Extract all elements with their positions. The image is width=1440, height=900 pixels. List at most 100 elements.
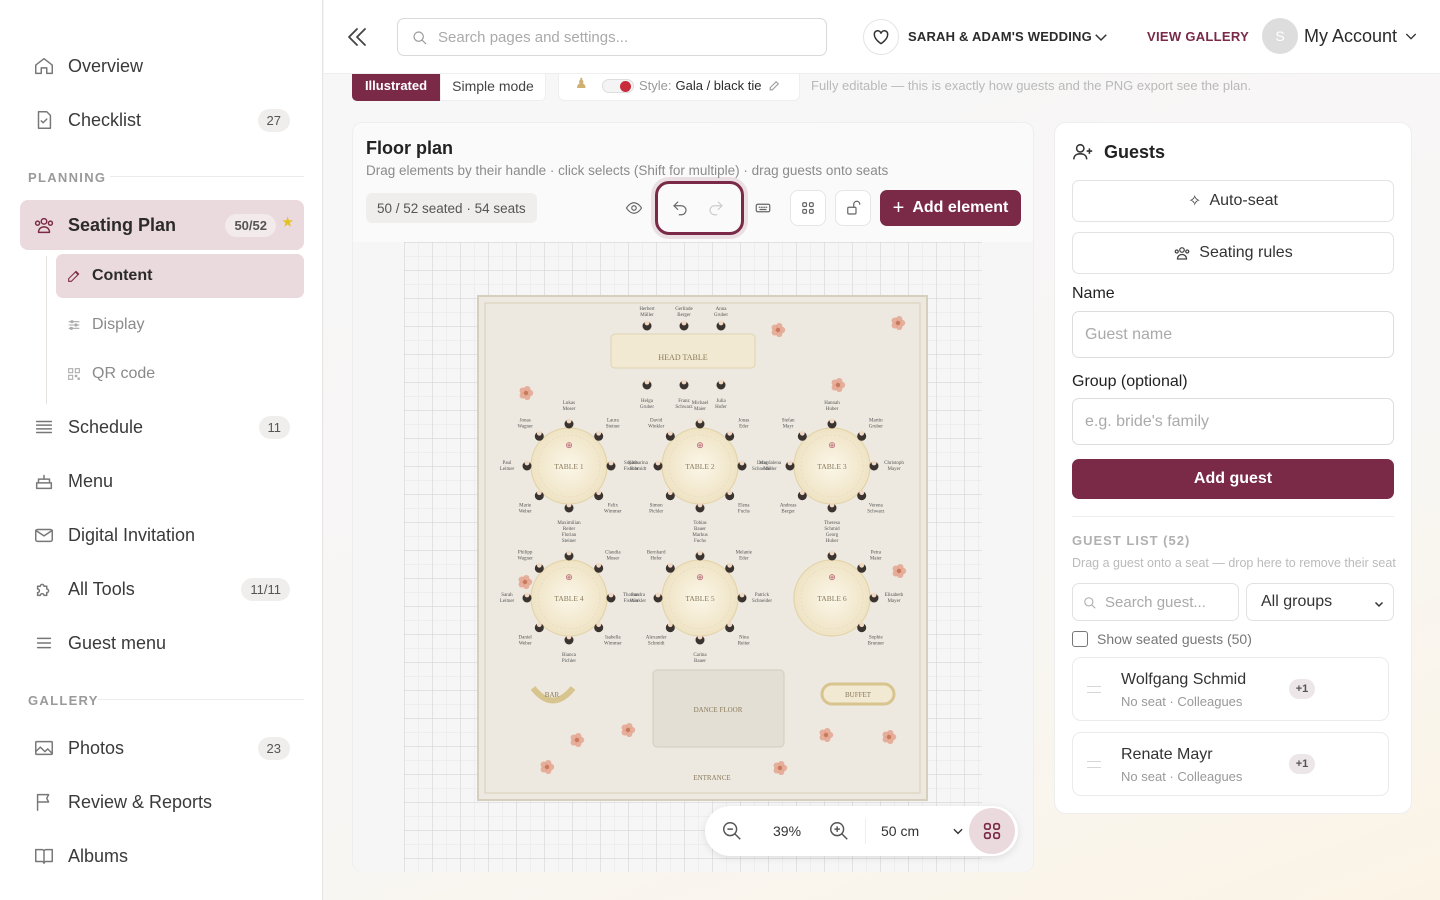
add-seat-icon[interactable]: ⊕ [565,572,573,582]
subnav-qr-code[interactable]: QR code [56,352,304,396]
zoom-in-icon[interactable] [828,820,850,842]
section-planning: PLANNING [28,170,107,185]
style-figure-icon: ♟ [575,75,588,91]
seat-guest-name: Florian Steiner [562,533,577,544]
snap-grid-button[interactable] [969,808,1015,854]
add-guest-button[interactable]: Add guest [1072,459,1394,499]
seat-guest-name: Jonas Eder [738,419,749,430]
sliders-icon [56,317,92,333]
undo-button[interactable] [662,190,698,226]
seat-guest-name: Bianca Pichler [562,653,577,664]
seat-guest-name: Tobias Bauer [693,521,706,532]
zoom-level: 39% [773,823,802,839]
seat-guest-name: Laura Steiner [606,419,620,430]
guest-card[interactable]: Renate Mayr No seat · Colleagues +1 [1072,732,1389,796]
illustrated-toggle[interactable]: Illustrated [352,70,440,101]
seat-guest-name: Alexander Schmidt [646,635,667,646]
subnav-display[interactable]: Display [56,303,304,347]
floor-plan-drawing: HEAD TABLE Herbert MüllerGerlinde BergerAn… [353,242,1033,872]
divider [110,176,304,177]
zoom-out-icon[interactable] [721,820,743,842]
chevron-down-icon [1374,601,1384,608]
seating-rules-button[interactable]: Seating rules [1072,232,1394,274]
drag-handle-icon[interactable] [1087,686,1101,693]
nav-label: Schedule [68,416,144,437]
flag-icon [20,791,68,813]
guest-search[interactable] [1072,583,1239,621]
guest-search-input[interactable] [1105,593,1238,611]
qr-icon [56,366,92,382]
guest-card[interactable]: Wolfgang Schmid No seat · Colleagues +1 [1072,657,1389,721]
add-seat-icon[interactable]: ⊕ [696,440,704,450]
nav-seating-plan[interactable]: Seating Plan 50/52 ★ [20,200,304,250]
subnav-content[interactable]: Content [56,254,304,298]
global-search[interactable] [397,18,827,56]
keyboard-button[interactable] [745,190,781,226]
star-icon: ★ [282,215,293,229]
color-toggle[interactable] [602,79,634,93]
chevron-down-icon[interactable] [1092,28,1110,51]
collapse-sidebar-icon[interactable] [344,24,370,50]
view-gallery-link[interactable]: VIEW GALLERY [1147,29,1249,44]
seat-guest-name: Katharina Schmidt [628,461,648,472]
nav-label: Guest menu [68,632,167,653]
nav-photos[interactable]: Photos 23 [20,725,304,771]
nav-menu[interactable]: Menu [20,458,304,504]
preview-button[interactable] [616,190,652,226]
unlock-icon [847,200,861,215]
auto-seat-button[interactable]: ✧ Auto-seat [1072,180,1394,222]
nav-label: Menu [68,470,114,491]
nav-schedule[interactable]: Schedule 11 [20,404,304,450]
grid-unit-select[interactable]: 50 cm [881,823,919,839]
chevron-down-icon[interactable] [951,824,965,838]
add-seat-icon[interactable]: ⊕ [828,572,836,582]
seat-guest-name: Herbert Müller [639,307,655,318]
add-element-button[interactable]: + Add element [880,190,1021,226]
guest-name: Wolfgang Schmid [1121,671,1247,688]
seat-guest-name: Marie Weber [519,503,532,514]
divider [98,699,304,700]
nav-guest-menu[interactable]: Guest menu [20,620,304,666]
nav-albums[interactable]: Albums [20,833,304,879]
search-icon [1084,597,1096,609]
guest-name: Renate Mayr [1121,746,1213,763]
nav-overview[interactable]: Overview [20,43,304,89]
nav-checklist[interactable]: Checklist 27 [20,97,304,143]
account-menu[interactable]: S My Account [1262,18,1419,54]
add-seat-icon[interactable]: ⊕ [696,572,704,582]
nav-all-tools[interactable]: All Tools 11/11 [20,566,304,612]
plus-one-badge: +1 [1289,679,1315,699]
dance-floor-label: DANCE FLOOR [694,706,743,714]
group-filter-select[interactable]: All groups [1246,583,1394,621]
guest-name-input[interactable] [1072,311,1394,358]
search-input[interactable] [438,28,826,46]
show-seated-checkbox[interactable]: Show seated guests (50) [1072,631,1252,647]
sparkle-icon: ✧ [1188,193,1202,210]
entrance-label: ENTRANCE [693,774,730,782]
style-selector[interactable]: Style: Gala / black tie [558,70,800,101]
grid-view-button[interactable] [790,190,826,226]
table-label: TABLE 2 [685,462,714,471]
drag-handle-icon[interactable] [1087,761,1101,768]
nav-digital-invitation[interactable]: Digital Invitation [20,512,304,558]
simple-mode-toggle[interactable]: Simple mode [440,70,546,101]
seat-guest-name: Isabella Wimmer [604,635,622,646]
search-icon [413,31,427,45]
seating-icon [20,214,68,236]
wedding-selector[interactable]: SARAH & ADAM'S WEDDING [908,29,1092,44]
floor-plan-canvas[interactable]: HEAD TABLE Herbert Müller Gerlinde Berger An… [353,242,1033,872]
count-badge: 27 [257,108,290,132]
grid-icon [802,202,814,214]
redo-button[interactable] [698,190,734,226]
nav-review-reports[interactable]: Review & Reports [20,779,304,825]
guest-list-hint: Drag a guest onto a seat — drop here to … [1072,556,1396,570]
lock-button[interactable] [835,190,871,226]
checkbox[interactable] [1072,631,1088,647]
guest-list-title: GUEST LIST (52) [1072,533,1191,548]
wedding-heart-icon[interactable] [863,19,899,55]
buffet-label: BUFFET [845,691,872,699]
add-seat-icon[interactable]: ⊕ [565,440,573,450]
count-badge: 50/52 [225,213,276,237]
add-seat-icon[interactable]: ⊕ [828,440,836,450]
guest-group-input[interactable] [1072,398,1394,445]
